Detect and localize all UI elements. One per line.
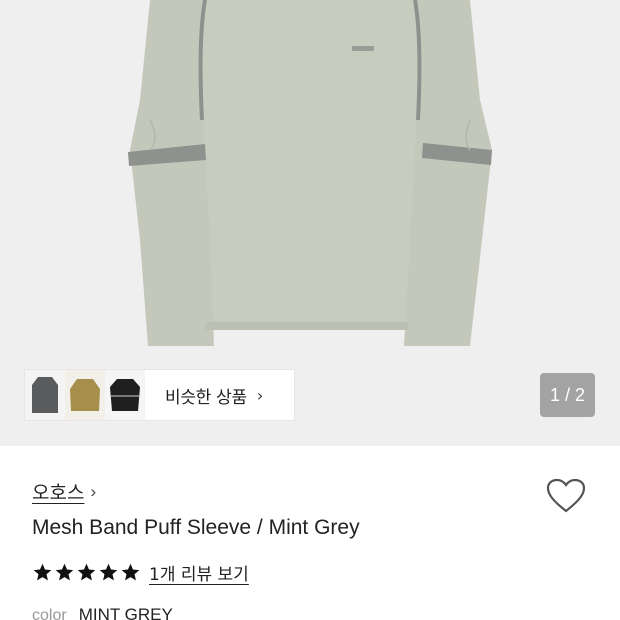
chevron-right-icon: › xyxy=(90,481,97,501)
rating-stars xyxy=(32,562,141,583)
color-value: MINT GREY xyxy=(78,605,173,620)
star-icon xyxy=(99,563,118,581)
similar-products-button[interactable]: 비슷한 상품 › xyxy=(25,370,294,420)
color-row: color MINT GREY xyxy=(32,605,173,620)
review-link[interactable]: 1개 리뷰 보기 xyxy=(149,560,249,585)
similar-products-label: 비슷한 상품 xyxy=(165,387,247,408)
top-icon xyxy=(110,379,140,411)
similar-thumb-black[interactable] xyxy=(105,370,145,420)
star-icon xyxy=(33,563,52,581)
jacket-icon xyxy=(32,377,58,413)
product-image-gallery[interactable]: 비슷한 상품 › 1 / 2 xyxy=(0,0,620,446)
image-counter: 1 / 2 xyxy=(540,373,595,417)
star-icon xyxy=(121,563,140,581)
rating-row: 1개 리뷰 보기 xyxy=(32,560,249,585)
chevron-right-icon: › xyxy=(256,385,263,405)
star-icon xyxy=(77,563,96,581)
heart-icon[interactable] xyxy=(546,478,586,514)
similar-thumb-charcoal[interactable] xyxy=(25,370,65,420)
brand-link[interactable]: 오호스 › xyxy=(32,478,96,505)
star-icon xyxy=(55,563,74,581)
similar-thumb-mustard[interactable] xyxy=(65,370,105,420)
sweater-icon xyxy=(70,379,100,411)
product-title: Mesh Band Puff Sleeve / Mint Grey xyxy=(32,516,360,539)
brand-name: 오호스 xyxy=(32,482,85,504)
color-label: color xyxy=(32,607,67,620)
